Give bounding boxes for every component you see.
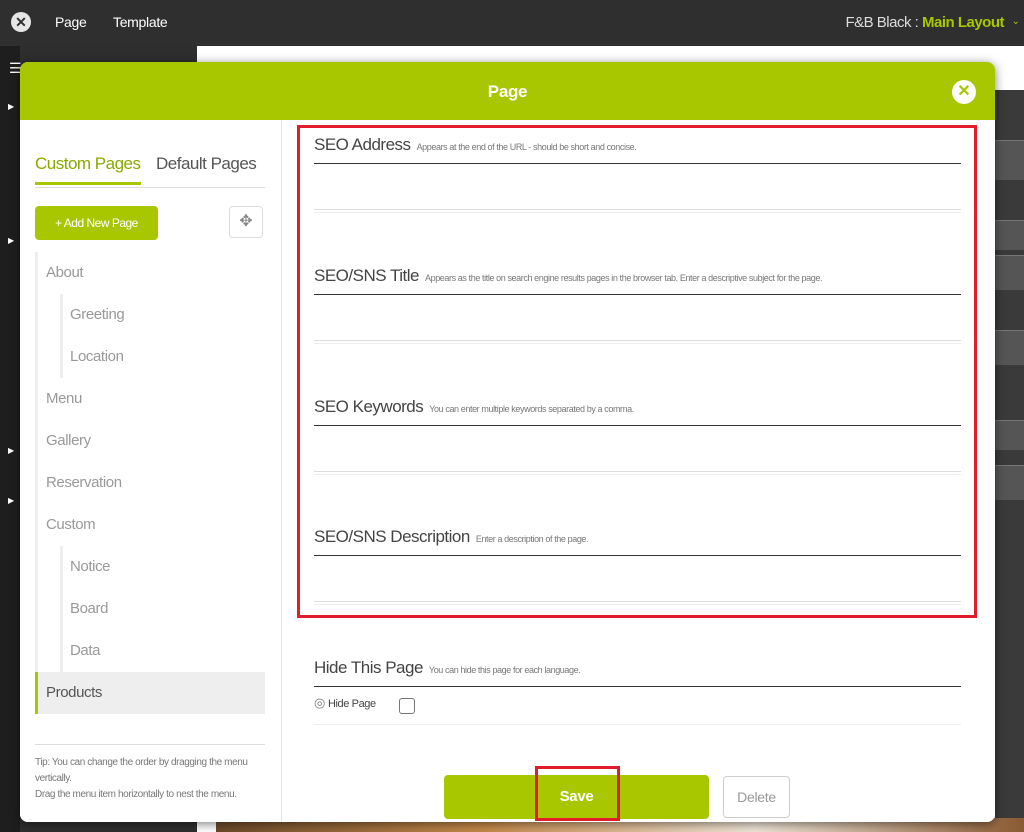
strip-band (995, 255, 1024, 290)
seo-title-input[interactable] (314, 296, 961, 341)
close-icon[interactable]: ✕ (11, 12, 31, 32)
eye-hidden-icon: ◎ (314, 695, 325, 710)
page-list-panel: Custom Pages Default Pages + Add New Pag… (20, 120, 282, 822)
seo-title-label: SEO/SNS Title Appears as the title on sea… (314, 266, 961, 295)
seo-title-hint: Appears as the title on search engine re… (424, 273, 823, 283)
seo-address-input[interactable] (314, 165, 961, 210)
divider (314, 343, 961, 344)
delete-button[interactable]: Delete (723, 776, 790, 818)
list-item-greeting[interactable]: Greeting (35, 294, 265, 336)
seo-description-hint: Enter a description of the page. (475, 534, 589, 544)
hide-page-label: Hide This Page You can hide this page for… (314, 658, 961, 687)
layout-name: Main Layout (921, 14, 1005, 31)
modal-title: Page (487, 82, 528, 101)
strip-band (995, 420, 1024, 450)
tip-text: Tip: You can change the order by draggin… (35, 744, 265, 803)
seo-keywords-hint: You can enter multiple keywords separate… (429, 404, 634, 414)
seo-address-title: SEO Address (314, 135, 411, 154)
page-tabs: Custom Pages Default Pages (35, 154, 265, 188)
editor-left-rail: ☰ ▶ ▶ ▶ ▶ (0, 46, 22, 832)
tab-custom-pages[interactable]: Custom Pages (35, 154, 141, 185)
expand-arrow-icon[interactable]: ▶ (8, 446, 14, 455)
seo-keywords-title: SEO Keywords (314, 397, 424, 416)
add-new-page-button[interactable]: + Add New Page (35, 206, 158, 240)
chevron-down-icon[interactable]: ⌄ (1012, 16, 1020, 27)
expand-arrow-icon[interactable]: ▶ (8, 496, 14, 505)
expand-arrow-icon[interactable]: ▶ (8, 236, 14, 245)
editor-right-strip (995, 90, 1024, 832)
tab-default-pages[interactable]: Default Pages (156, 154, 257, 174)
page-settings-panel: SEO Address Appears at the end of the URL… (282, 120, 995, 822)
move-icon[interactable]: ✥ (229, 206, 263, 238)
strip-band (995, 140, 1024, 180)
list-item-notice[interactable]: Notice (35, 546, 265, 588)
tab-template[interactable]: Template (113, 14, 168, 30)
page-menu-list: About Greeting Location Menu Gallery Res… (35, 252, 265, 714)
list-item-gallery[interactable]: Gallery (35, 420, 265, 462)
seo-description-input[interactable] (314, 557, 961, 602)
hide-page-toggle-label: Hide Page (327, 698, 376, 710)
top-bar: ✕ Page Template F&B Black : Main Layout … (0, 0, 1024, 46)
seo-keywords-label: SEO Keywords You can enter multiple keywo… (314, 397, 961, 426)
list-item-location[interactable]: Location (35, 336, 265, 378)
save-highlight-box (535, 766, 620, 821)
modal-header: Page ✕ (20, 62, 995, 120)
seo-description-title: SEO/SNS Description (314, 527, 470, 546)
seo-keywords-input[interactable] (314, 427, 961, 472)
seo-address-label: SEO Address Appears at the end of the URL… (314, 135, 961, 164)
tab-page[interactable]: Page (55, 14, 87, 30)
divider (314, 212, 961, 213)
strip-band (995, 465, 1024, 500)
list-item-custom[interactable]: Custom (35, 504, 265, 546)
page-modal: Page ✕ Custom Pages Default Pages + Add … (20, 62, 995, 822)
tip-line-1: Tip: You can change the order by draggin… (35, 757, 248, 784)
layout-prefix: F&B Black : (845, 14, 922, 31)
seo-address-hint: Appears at the end of the URL - should b… (416, 142, 637, 152)
list-item-menu[interactable]: Menu (35, 378, 265, 420)
list-item-about[interactable]: About (35, 252, 265, 294)
list-item-data[interactable]: Data (35, 630, 265, 672)
strip-band (995, 220, 1024, 250)
hide-page-title: Hide This Page (314, 658, 423, 677)
hide-page-hint: You can hide this page for each language… (428, 665, 581, 675)
divider (314, 604, 961, 605)
strip-band (995, 330, 1024, 365)
hide-page-checkbox[interactable] (399, 698, 415, 714)
divider (314, 474, 961, 475)
layout-selector[interactable]: F&B Black : Main Layout (845, 14, 1004, 31)
list-item-products[interactable]: Products (35, 672, 265, 714)
seo-description-label: SEO/SNS Description Enter a description o… (314, 527, 961, 556)
hide-page-toggle[interactable]: ◎ Hide Page (314, 695, 376, 711)
close-icon[interactable]: ✕ (952, 80, 976, 104)
divider (314, 724, 961, 725)
list-item-reservation[interactable]: Reservation (35, 462, 265, 504)
expand-arrow-icon[interactable]: ▶ (8, 102, 14, 111)
list-item-board[interactable]: Board (35, 588, 265, 630)
tip-line-2: Drag the menu item horizontally to nest … (35, 789, 237, 800)
seo-title-title: SEO/SNS Title (314, 266, 419, 285)
